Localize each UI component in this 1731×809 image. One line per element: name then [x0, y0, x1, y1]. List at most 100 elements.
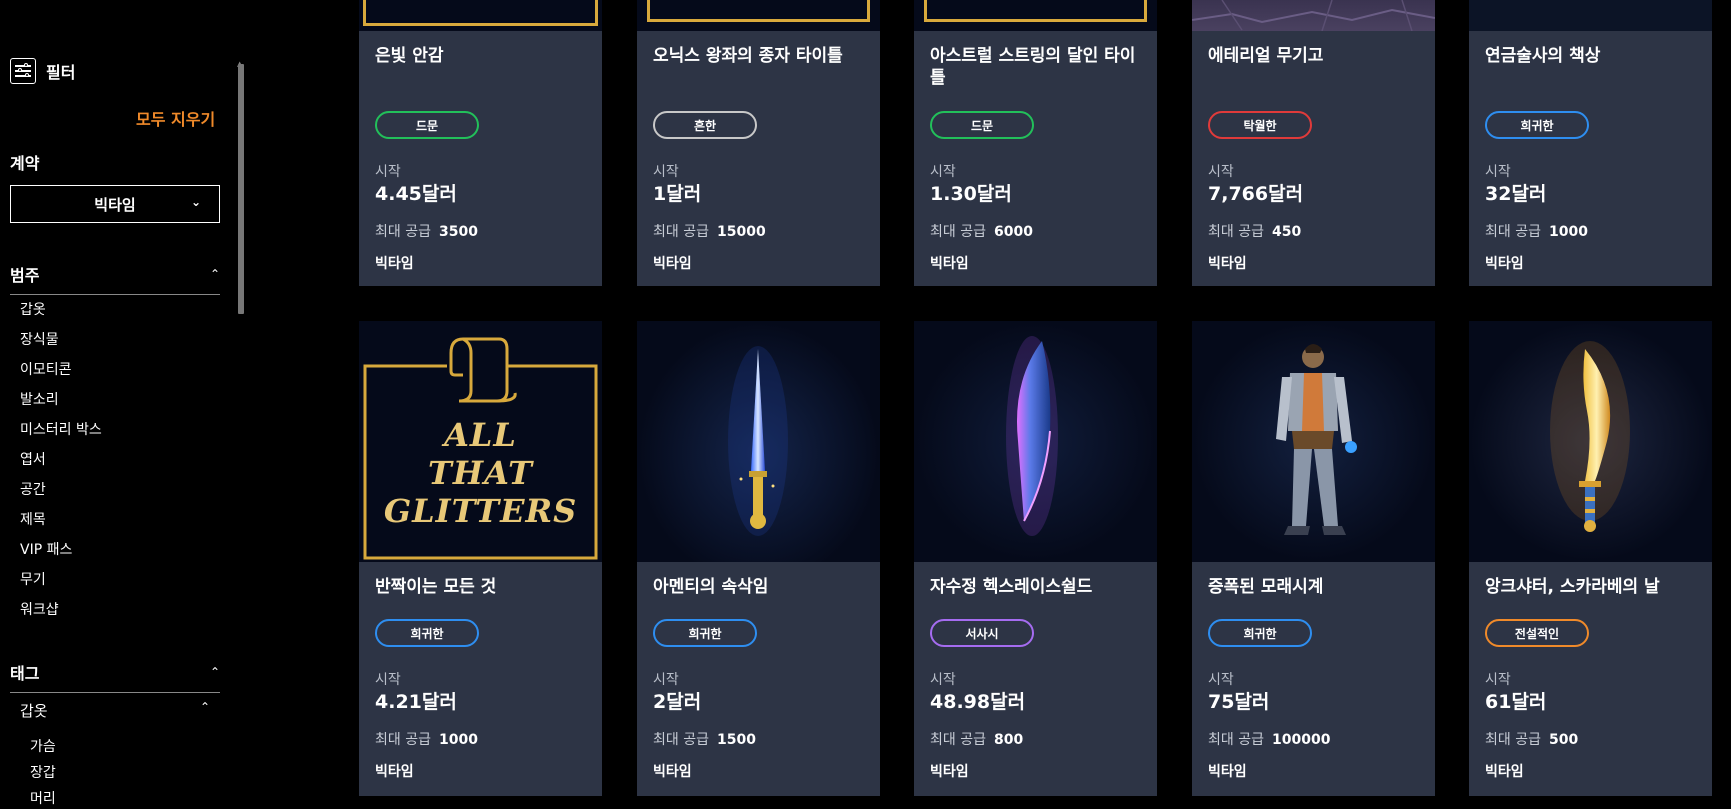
product-name: 연금술사의 책상 — [1485, 46, 1601, 66]
tag-item[interactable]: 가슴 — [30, 737, 56, 763]
product-card[interactable]: ALL THAT GLITTERS 반짝이는 모든 것 희귀한 시작 4.21달… — [359, 321, 602, 796]
rarity-badge: 희귀한 — [1208, 619, 1312, 647]
product-price: 75달러 — [1208, 691, 1270, 713]
product-card[interactable]: 앙크샤터, 스카라베의 날 전설적인 시작 61달러 최대 공급 500 빅타임 — [1469, 321, 1712, 796]
product-image — [1469, 0, 1712, 31]
product-price: 4.45달러 — [375, 183, 457, 205]
product-card[interactable]: 자수정 헥스레이스쉴드 서사시 시작 48.98달러 최대 공급 800 빅타임 — [914, 321, 1157, 796]
product-price: 32달러 — [1485, 183, 1547, 205]
max-supply: 최대 공급 1000 — [375, 729, 478, 749]
product-name: 앙크샤터, 스카라베의 날 — [1485, 577, 1660, 597]
product-card[interactable]: 에테리얼 무기고 탁월한 시작 7,766달러 최대 공급 450 빅타임 — [1192, 0, 1435, 286]
max-supply-label: 최대 공급 — [1485, 732, 1541, 748]
clear-all-link[interactable]: 모두 지우기 — [136, 106, 215, 130]
product-card[interactable]: 연금술사의 책상 희귀한 시작 32달러 최대 공급 1000 빅타임 — [1469, 0, 1712, 286]
product-brand: 빅타임 — [375, 764, 414, 780]
product-card[interactable]: 아스트럴 스트링의 달인 타이틀 드문 시작 1.30달러 최대 공급 6000 … — [914, 0, 1157, 286]
product-name: 반짝이는 모든 것 — [375, 577, 497, 597]
sidebar-scrollbar[interactable] — [238, 64, 244, 314]
contract-section-title: 계약 — [10, 154, 40, 173]
product-image — [914, 0, 1157, 31]
rarity-badge: 서사시 — [930, 619, 1034, 647]
product-card[interactable]: 증폭된 모래시계 희귀한 시작 75달러 최대 공급 100000 빅타임 — [1192, 321, 1435, 796]
product-brand: 빅타임 — [1485, 256, 1524, 272]
tags-subgroup-header[interactable]: 갑옷 ⌃ — [20, 700, 210, 721]
category-item[interactable]: 엽서 — [20, 450, 102, 480]
chevron-up-icon: ⌃ — [209, 665, 220, 679]
product-price: 1달러 — [653, 183, 702, 205]
max-supply-value: 1500 — [716, 732, 756, 748]
product-image — [1192, 321, 1435, 562]
category-item[interactable]: 제목 — [20, 510, 102, 540]
product-image — [914, 321, 1157, 562]
tags-section-title: 태그 — [10, 664, 40, 683]
max-supply: 최대 공급 1000 — [1485, 221, 1588, 241]
product-brand: 빅타임 — [653, 764, 692, 780]
product-brand: 빅타임 — [1208, 256, 1247, 272]
max-supply-label: 최대 공급 — [1208, 224, 1264, 240]
category-item[interactable]: 발소리 — [20, 390, 102, 420]
product-image — [1469, 321, 1712, 562]
category-item[interactable]: 워크샵 — [20, 600, 102, 630]
max-supply-value: 1000 — [438, 732, 478, 748]
max-supply-value: 450 — [1271, 224, 1302, 240]
rarity-badge: 흔한 — [653, 111, 757, 139]
tag-item[interactable]: 장갑 — [30, 763, 56, 789]
category-item[interactable]: 이모티콘 — [20, 360, 102, 390]
filter-header[interactable]: 필터 — [10, 58, 75, 84]
rarity-badge: 드문 — [930, 111, 1034, 139]
max-supply: 최대 공급 450 — [1208, 221, 1301, 241]
rarity-badge: 드문 — [375, 111, 479, 139]
image-text-line: ALL — [444, 416, 517, 454]
rarity-badge: 희귀한 — [375, 619, 479, 647]
product-name: 에테리얼 무기고 — [1208, 46, 1324, 66]
rarity-badge: 탁월한 — [1208, 111, 1312, 139]
max-supply-label: 최대 공급 — [653, 224, 709, 240]
category-item[interactable]: 무기 — [20, 570, 102, 600]
product-name: 오닉스 왕좌의 종자 타이틀 — [653, 46, 843, 66]
start-label: 시작 — [653, 672, 679, 688]
tag-item[interactable]: 머리 — [30, 789, 56, 809]
category-section-title: 범주 — [10, 266, 40, 285]
start-label: 시작 — [653, 164, 679, 180]
start-label: 시작 — [930, 672, 956, 688]
chevron-up-icon: ⌃ — [209, 267, 220, 281]
category-item[interactable]: 공간 — [20, 480, 102, 510]
start-label: 시작 — [375, 672, 401, 688]
rarity-badge: 희귀한 — [1485, 111, 1589, 139]
product-image — [637, 321, 880, 562]
start-label: 시작 — [1208, 164, 1234, 180]
category-item[interactable]: 장식물 — [20, 330, 102, 360]
product-image — [1192, 0, 1435, 31]
category-item[interactable]: 갑옷 — [20, 300, 102, 330]
category-item[interactable]: VIP 패스 — [20, 540, 102, 570]
product-card[interactable]: 아멘티의 속삭임 희귀한 시작 2달러 최대 공급 1500 빅타임 — [637, 321, 880, 796]
product-name: 아스트럴 스트링의 달인 타이틀 — [930, 46, 1136, 88]
max-supply-value: 3500 — [438, 224, 478, 240]
product-brand: 빅타임 — [1208, 764, 1247, 780]
max-supply: 최대 공급 100000 — [1208, 729, 1330, 749]
tags-section-header[interactable]: 태그 ⌃ — [10, 660, 220, 693]
contract-dropdown[interactable]: 빅타임 ⌄ — [10, 185, 220, 223]
category-item[interactable]: 미스터리 박스 — [20, 420, 102, 450]
product-card[interactable]: 은빛 안감 드문 시작 4.45달러 최대 공급 3500 빅타임 — [359, 0, 602, 286]
start-label: 시작 — [930, 164, 956, 180]
product-price: 7,766달러 — [1208, 183, 1304, 205]
max-supply: 최대 공급 15000 — [653, 221, 766, 241]
start-label: 시작 — [1485, 164, 1511, 180]
product-brand: 빅타임 — [653, 256, 692, 272]
max-supply-label: 최대 공급 — [375, 224, 431, 240]
max-supply-label: 최대 공급 — [930, 224, 986, 240]
category-section-header[interactable]: 범주 ⌃ — [10, 262, 220, 295]
product-name: 증폭된 모래시계 — [1208, 577, 1324, 597]
product-brand: 빅타임 — [1485, 764, 1524, 780]
product-image — [359, 0, 602, 31]
max-supply-value: 800 — [993, 732, 1024, 748]
product-card[interactable]: 오닉스 왕좌의 종자 타이틀 흔한 시작 1달러 최대 공급 15000 빅타임 — [637, 0, 880, 286]
chevron-up-icon: ⌃ — [199, 700, 210, 714]
max-supply-label: 최대 공급 — [1208, 732, 1264, 748]
max-supply-value: 500 — [1548, 732, 1579, 748]
max-supply: 최대 공급 3500 — [375, 221, 478, 241]
start-label: 시작 — [375, 164, 401, 180]
filter-sliders-icon — [10, 58, 36, 84]
